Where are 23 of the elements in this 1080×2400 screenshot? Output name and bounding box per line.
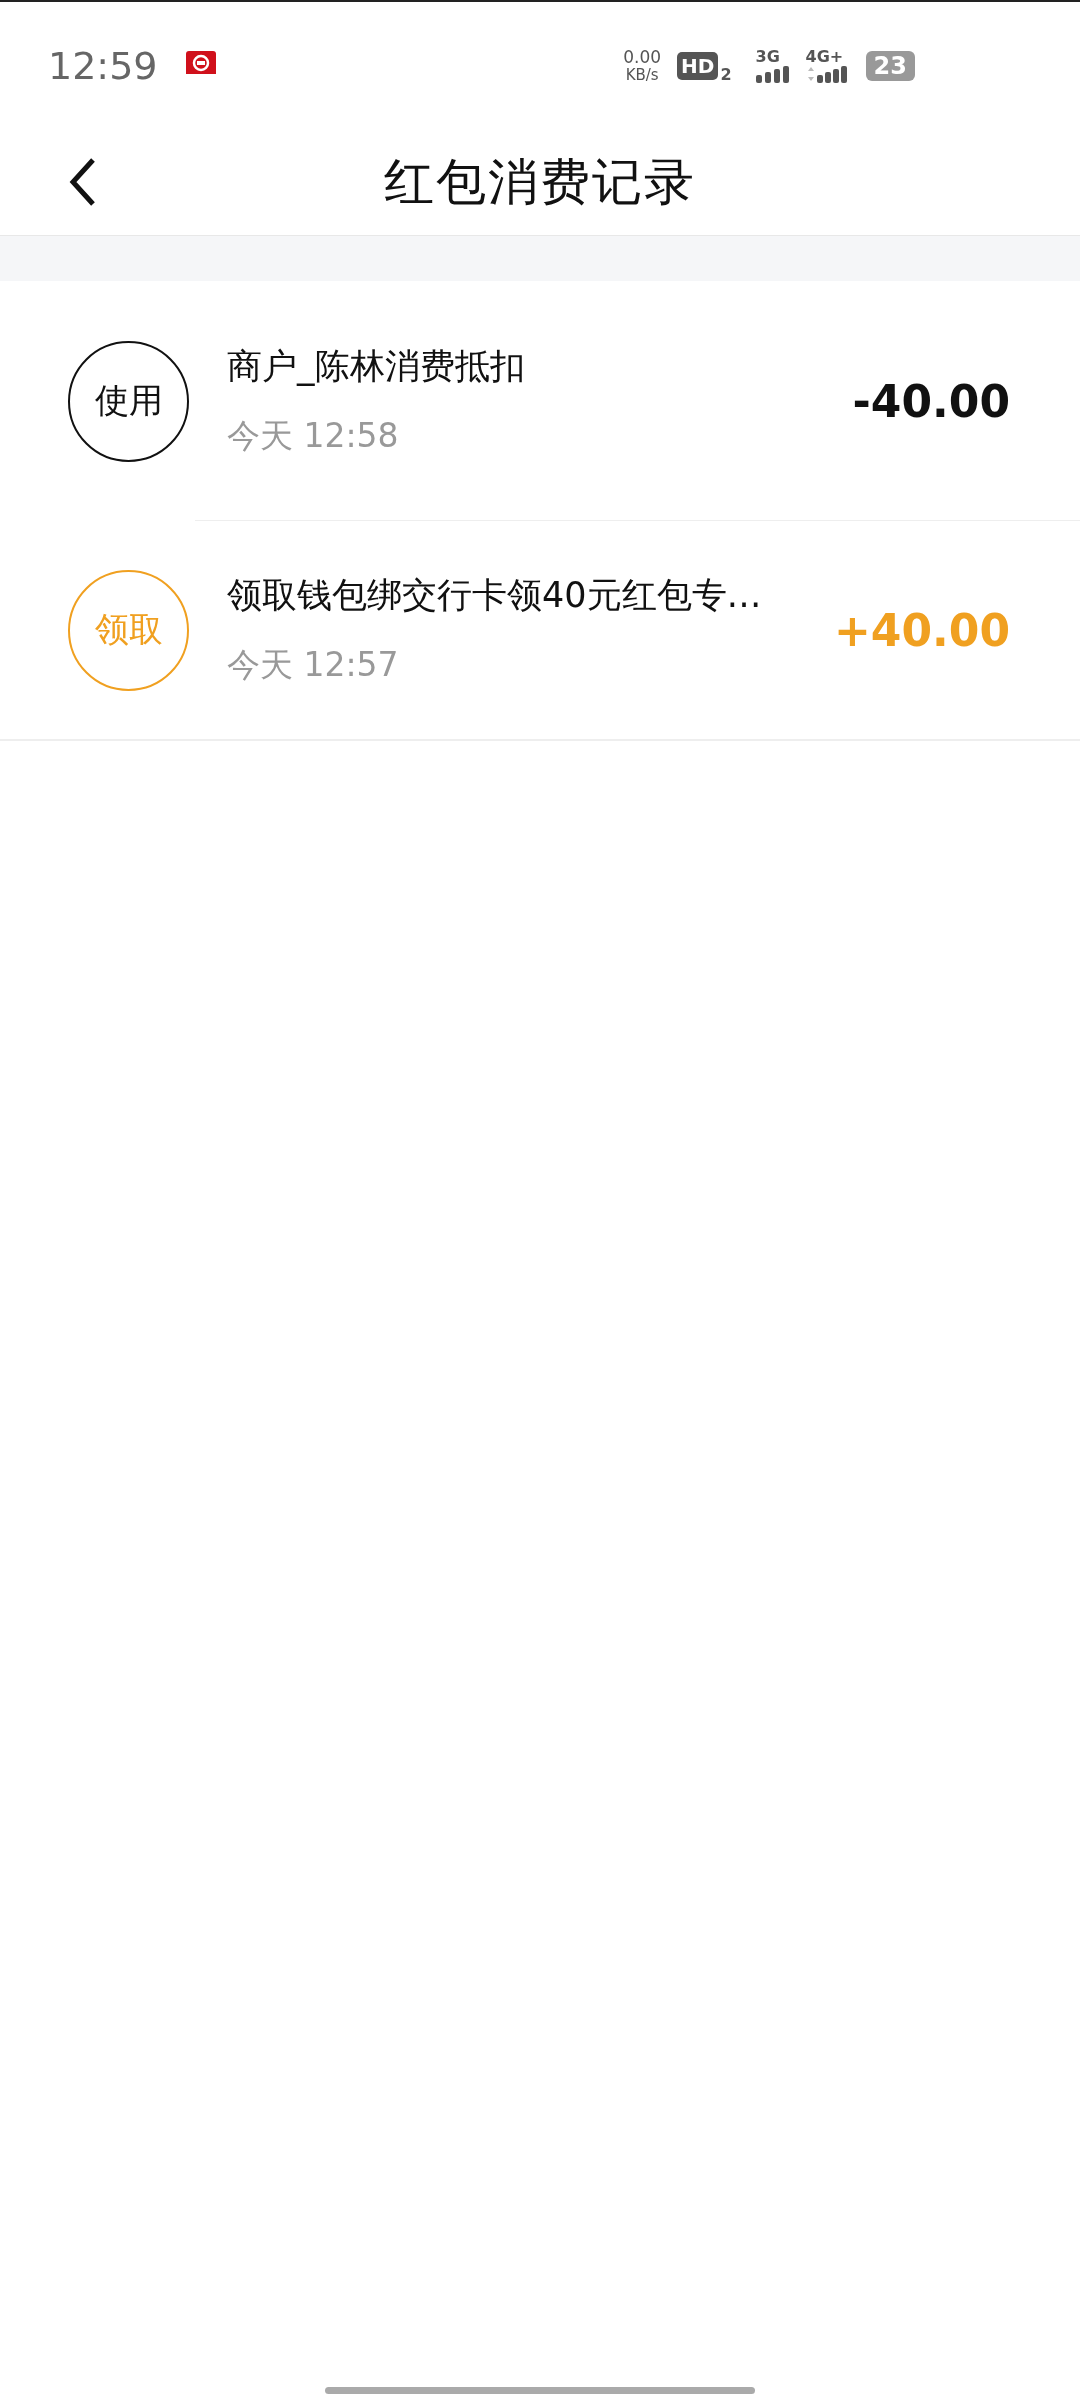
record-title: 商户_陈林消费抵扣 xyxy=(227,345,526,388)
record-item[interactable]: 使用 商户_陈林消费抵扣 今天 12:58 -40.00 xyxy=(0,281,1080,521)
back-icon[interactable] xyxy=(68,157,98,207)
record-type-badge: 领取 xyxy=(68,569,189,691)
battery-level: 23 xyxy=(865,51,915,81)
net-speed-unit: KB/s xyxy=(625,66,659,84)
record-title: 领取钱包绑交行卡领40元红包专… xyxy=(227,574,763,617)
record-amount: -40.00 xyxy=(852,375,1010,427)
record-type-badge: 使用 xyxy=(68,340,189,462)
status-time: 12:59 xyxy=(48,44,158,88)
net-speed: 0.00 xyxy=(623,48,662,66)
bank-app-icon xyxy=(185,51,216,81)
page-title: 红包消费记录 xyxy=(384,152,696,213)
signal-icon xyxy=(755,65,790,83)
record-time: 今天 12:58 xyxy=(227,415,400,457)
signal-icon xyxy=(805,65,848,83)
hd-sub: 2 xyxy=(720,65,732,84)
network-label: 4G+ xyxy=(805,49,844,65)
network-label: 3G xyxy=(755,49,780,65)
record-time: 今天 12:57 xyxy=(227,644,400,686)
record-amount: +40.00 xyxy=(833,604,1010,656)
record-item[interactable]: 领取 领取钱包绑交行卡领40元红包专… 今天 12:57 +40.00 xyxy=(0,521,1080,741)
hd-badge: HD xyxy=(677,52,719,80)
